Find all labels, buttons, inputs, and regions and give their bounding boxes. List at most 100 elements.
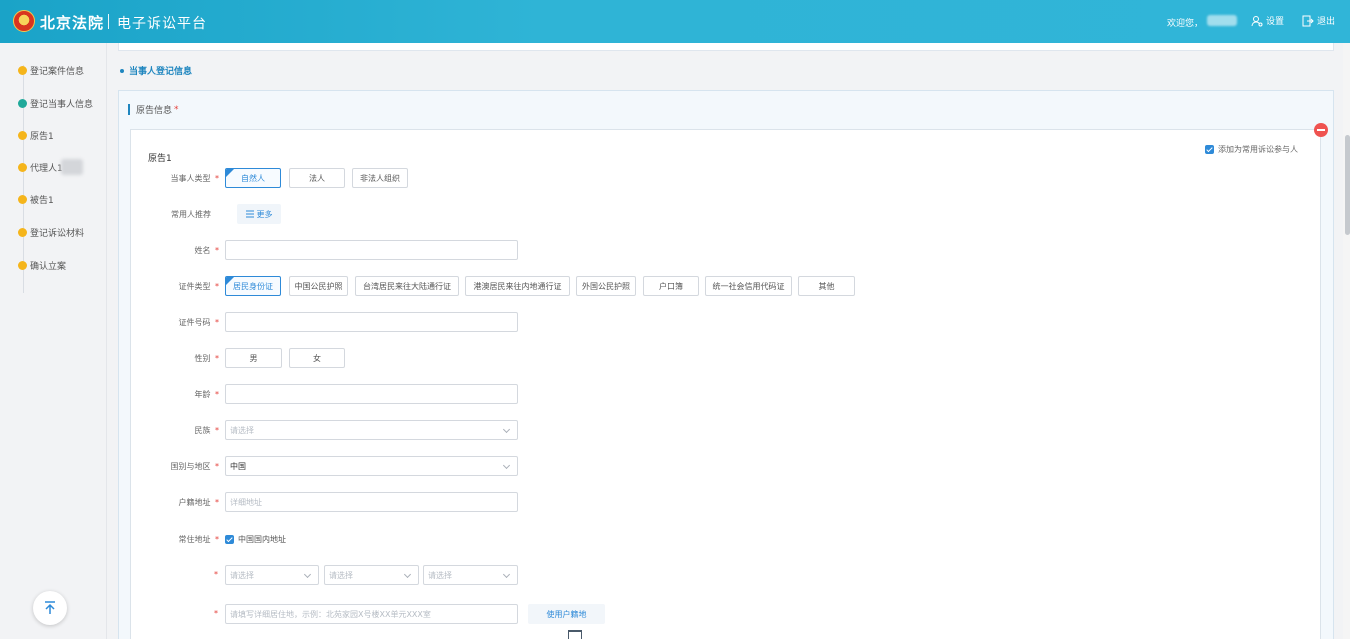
age-input[interactable] [225,384,518,404]
checked-box-icon [1205,145,1214,154]
id-type-option[interactable]: 中国公民护照 [289,276,348,296]
more-label: 更多 [256,209,273,219]
party-type-option[interactable]: 自然人 [225,168,281,188]
city-select[interactable]: 请选择 [324,565,419,585]
settings-label: 设置 [1266,17,1285,27]
logout-icon [1302,15,1314,26]
gender-option-male[interactable]: 男 [225,348,282,368]
district-select[interactable]: 请选择 [423,565,518,585]
age-label: 年龄 * [194,390,219,399]
domestic-label: 中国国内地址 [238,535,286,544]
back-to-top-button[interactable] [33,591,67,625]
id-type-option[interactable]: 台湾居民来往大陆通行证 [355,276,459,296]
user-settings-icon [1251,15,1263,26]
checked-box-icon [225,535,234,544]
id-type-option[interactable]: 户口簿 [643,276,699,296]
id-type-label: 证件类型 * [178,282,219,291]
platform-title: 电子诉讼平台 [117,16,207,32]
step-defendant-1[interactable]: 被告1 [18,193,54,206]
step-status-dot [18,162,27,172]
panel-title: 原告信息 * [128,103,179,116]
step-status-dot [18,66,27,75]
step-label: 被告1 [30,196,54,206]
step-status-dot [18,195,27,204]
frequent-label: 常用人推荐 [171,210,211,219]
name-label: 姓名 * [194,246,219,255]
required-mark: * [214,570,218,579]
previous-section-edge [118,43,1334,51]
more-button[interactable]: 更多 [237,204,281,224]
panel-title-text: 原告信息 [136,106,173,116]
step-label: 登记诉讼材料 [30,229,85,239]
gender-option-female[interactable]: 女 [289,348,345,368]
id-type-option[interactable]: 外国公民护照 [576,276,636,296]
required-mark: * [214,609,218,618]
hukou-label: 户籍地址 * [178,498,219,507]
chevron-down-icon [502,570,511,579]
id-type-option[interactable]: 统一社会信用代码证 [705,276,792,296]
id-number-label: 证件号码 * [178,318,219,327]
welcome-text: 欢迎您， [1167,19,1204,29]
logo-divider [108,14,109,29]
step-status-dot [18,99,27,108]
chevron-down-icon [502,425,511,434]
step-agent-1[interactable]: 代理人1 [18,159,83,175]
required-mark: * [174,104,179,115]
country-value: 中国 [230,461,246,471]
id-type-option[interactable]: 居民身份证 [225,276,281,296]
list-icon [245,210,254,218]
page-scrollbar-thumb[interactable] [1345,135,1350,235]
step-register-materials[interactable]: 登记诉讼材料 [18,226,84,239]
ethnicity-placeholder: 请选择 [230,425,254,435]
residence-detail-input[interactable]: 请填写详细居住地，示例：北苑家园X号楼XX单元XXX室 [225,604,518,624]
section-title-text: 当事人登记信息 [129,67,193,77]
step-plaintiff-1[interactable]: 原告1 [18,129,54,142]
id-number-input[interactable] [225,312,518,332]
step-status-dot [18,131,27,140]
province-placeholder: 请选择 [230,570,254,580]
id-type-option[interactable]: 港澳居民来往内地通行证 [465,276,570,296]
court-logo-text: 北京法院 [40,14,105,32]
step-register-party[interactable]: 登记当事人信息 [18,97,93,110]
page-scrollbar-track[interactable] [1343,43,1350,639]
logout-label: 退出 [1317,17,1336,27]
add-frequent-label: 添加为常用诉讼参与人 [1218,145,1298,154]
step-confirm-filing[interactable]: 确认立案 [18,259,66,272]
arrow-up-icon [45,601,55,614]
step-label: 确认立案 [30,262,67,272]
ethnicity-label: 民族 * [194,426,219,435]
country-select[interactable]: 中国 [225,456,518,476]
country-label: 国别与地区 * [170,462,219,471]
step-register-case[interactable]: 登记案件信息 [18,64,84,77]
party-type-option[interactable]: 非法人组织 [352,168,408,188]
hukou-address-input[interactable]: 详细地址 [225,492,518,512]
agent-name-redacted [60,159,83,175]
add-frequent-participant-checkbox[interactable]: 添加为常用诉讼参与人 [1205,144,1298,155]
title-bar-marker [128,104,130,115]
logout-button[interactable]: 退出 [1302,14,1335,27]
calendar-icon[interactable] [568,630,582,639]
step-label: 登记案件信息 [30,67,85,77]
district-placeholder: 请选择 [428,570,452,580]
settings-button[interactable]: 设置 [1251,14,1284,27]
remove-plaintiff-button[interactable] [1314,123,1328,137]
residence-label: 常住地址 * [178,535,219,544]
id-type-option[interactable]: 其他 [798,276,855,296]
gender-label: 性别 * [194,354,219,363]
party-type-label: 当事人类型 * [170,174,219,183]
use-hukou-address-button[interactable]: 使用户籍地 [528,604,605,624]
domestic-address-checkbox[interactable]: 中国国内地址 [225,534,286,545]
name-input[interactable] [225,240,518,260]
party-type-option[interactable]: 法人 [289,168,345,188]
step-status-dot [18,228,27,237]
court-emblem-icon [13,10,35,32]
ethnicity-select[interactable]: 请选择 [225,420,518,440]
step-status-dot [18,261,27,270]
card-title: 原告1 [148,154,172,164]
step-label: 登记当事人信息 [30,100,94,110]
chevron-down-icon [303,570,312,579]
chevron-down-icon [403,570,412,579]
city-placeholder: 请选择 [329,570,353,580]
chevron-down-icon [502,461,511,470]
province-select[interactable]: 请选择 [225,565,319,585]
